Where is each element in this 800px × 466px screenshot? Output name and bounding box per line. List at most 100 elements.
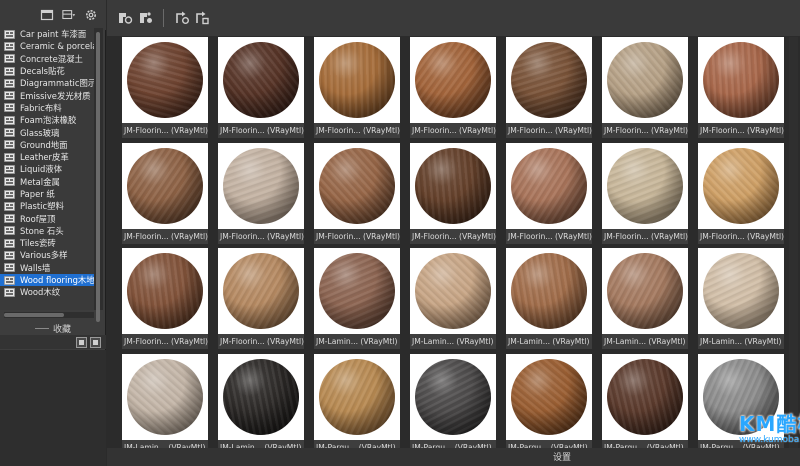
material-tile[interactable]: JM-Floorin... (VRayMtl) bbox=[506, 37, 592, 138]
category-item[interactable]: Metal金属 bbox=[0, 176, 94, 188]
category-item[interactable]: Decals贴花 bbox=[0, 65, 94, 77]
material-tile[interactable]: JM-Parqu... (VRayMtl) bbox=[410, 353, 496, 448]
material-preview-swatch[interactable] bbox=[218, 37, 304, 123]
material-preview-swatch[interactable] bbox=[314, 248, 400, 334]
category-item[interactable]: Concrete混凝土 bbox=[0, 53, 94, 65]
category-label: Roof屋顶 bbox=[20, 213, 56, 224]
material-preview-swatch[interactable] bbox=[122, 37, 208, 123]
material-preview-swatch[interactable] bbox=[218, 142, 304, 229]
material-folder-icon bbox=[4, 128, 15, 137]
material-preview-swatch[interactable] bbox=[314, 37, 400, 123]
material-preview-swatch[interactable] bbox=[698, 142, 784, 229]
material-tile[interactable]: JM-Floorin... (VRayMtl) bbox=[218, 37, 304, 138]
layout-icon[interactable] bbox=[62, 8, 76, 22]
category-item[interactable]: Ceramic & porcelai bbox=[0, 40, 94, 52]
add-material-icon[interactable] bbox=[137, 10, 153, 26]
material-preview-swatch[interactable] bbox=[602, 142, 688, 229]
category-item[interactable]: Paper 纸 bbox=[0, 188, 94, 200]
material-preview-panel: JM-Floorin... (VRayMtl) JM-Floorin... (VR… bbox=[107, 0, 800, 466]
material-preview-swatch[interactable] bbox=[602, 37, 688, 123]
material-tile[interactable]: JM-Floorin... (VRayMtl) bbox=[122, 248, 208, 349]
material-sphere bbox=[511, 42, 587, 118]
category-item[interactable]: Car paint 车漆面 bbox=[0, 28, 94, 40]
material-tile[interactable]: JM-Lamin... (VRayMtl) bbox=[506, 248, 592, 349]
material-tile[interactable]: JM-Floorin... (VRayMtl) bbox=[602, 37, 688, 138]
copy-icon[interactable] bbox=[76, 336, 87, 348]
material-tile[interactable]: JM-Lamin... (VRayMtl) bbox=[122, 353, 208, 448]
material-preview-swatch[interactable] bbox=[506, 353, 592, 440]
material-folder-icon bbox=[4, 91, 15, 101]
reload-icon[interactable] bbox=[194, 10, 210, 26]
category-horizontal-scrollbar[interactable] bbox=[4, 312, 94, 318]
material-tile[interactable]: JM-Parqu... (VRayMtl) bbox=[602, 353, 688, 448]
material-tile[interactable]: JM-Lamin... (VRayMtl) bbox=[218, 353, 304, 448]
material-preview-swatch[interactable] bbox=[314, 353, 400, 440]
category-item[interactable]: Wood木纹 bbox=[0, 286, 94, 298]
paste-icon[interactable] bbox=[90, 336, 101, 348]
material-sphere bbox=[607, 253, 683, 329]
category-item[interactable]: Liquid液体 bbox=[0, 163, 94, 175]
material-tile[interactable]: JM-Floorin... (VRayMtl) bbox=[410, 37, 496, 138]
material-preview-swatch[interactable] bbox=[314, 142, 400, 229]
category-item[interactable]: Glass玻璃 bbox=[0, 126, 94, 138]
material-preview-swatch[interactable] bbox=[698, 248, 784, 334]
material-tile[interactable]: JM-Floorin... (VRayMtl) bbox=[602, 142, 688, 244]
material-tile[interactable]: JM-Floorin... (VRayMtl) bbox=[410, 142, 496, 244]
material-tile[interactable]: JM-Floorin... (VRayMtl) bbox=[698, 37, 784, 138]
category-item[interactable]: Tiles瓷砖 bbox=[0, 237, 94, 249]
material-preview-swatch[interactable] bbox=[506, 248, 592, 334]
material-folder-icon bbox=[4, 66, 15, 76]
material-preview-swatch[interactable] bbox=[410, 142, 496, 229]
material-tile[interactable]: JM-Floorin... (VRayMtl) bbox=[218, 248, 304, 349]
category-item[interactable]: Ground地面 bbox=[0, 139, 94, 151]
category-item[interactable]: Diagrammatic图示 bbox=[0, 77, 94, 89]
category-item[interactable]: Various多样 bbox=[0, 249, 94, 261]
category-label: Wood flooring木地板 bbox=[20, 275, 94, 286]
category-item[interactable]: Wood flooring木地板 bbox=[0, 273, 94, 287]
material-name: JM-Lamin... (VRayMtl) bbox=[218, 439, 304, 448]
category-vertical-scrollbar[interactable] bbox=[94, 28, 103, 322]
material-preview-swatch[interactable] bbox=[698, 353, 784, 440]
material-tile[interactable]: JM-Floorin... (VRayMtl) bbox=[698, 142, 784, 244]
material-preview-swatch[interactable] bbox=[602, 248, 688, 334]
category-item[interactable]: Walls墙 bbox=[0, 262, 94, 274]
material-tile[interactable]: JM-Lamin... (VRayMtl) bbox=[602, 248, 688, 349]
material-tile[interactable]: JM-Lamin... (VRayMtl) bbox=[314, 248, 400, 349]
window-icon[interactable] bbox=[40, 8, 54, 22]
material-preview-swatch[interactable] bbox=[410, 248, 496, 334]
category-item[interactable]: Fabric布料 bbox=[0, 102, 94, 114]
category-item[interactable]: Emissive发光材质 bbox=[0, 89, 94, 101]
material-tile[interactable]: JM-Floorin... (VRayMtl) bbox=[122, 142, 208, 244]
refresh-icon[interactable] bbox=[174, 10, 190, 26]
settings-icon[interactable] bbox=[84, 8, 98, 22]
category-item[interactable]: Plastic塑料 bbox=[0, 200, 94, 212]
material-preview-swatch[interactable] bbox=[122, 142, 208, 229]
material-preview-swatch[interactable] bbox=[506, 142, 592, 229]
material-tile[interactable]: JM-Parqu... (VRayMtl) bbox=[314, 353, 400, 448]
material-preview-swatch[interactable] bbox=[410, 353, 496, 440]
material-tile[interactable]: JM-Floorin... (VRayMtl) bbox=[314, 37, 400, 138]
material-tile[interactable]: JM-Floorin... (VRayMtl) bbox=[314, 142, 400, 244]
material-preview-swatch[interactable] bbox=[218, 353, 304, 440]
material-tile[interactable]: JM-Floorin... (VRayMtl) bbox=[506, 142, 592, 244]
material-tile[interactable]: JM-Floorin... (VRayMtl) bbox=[122, 37, 208, 138]
category-item[interactable]: Roof屋顶 bbox=[0, 212, 94, 224]
category-item[interactable]: Foam泡沫橡胶 bbox=[0, 114, 94, 126]
render-material-icon[interactable] bbox=[117, 10, 133, 26]
category-item[interactable]: Leather皮革 bbox=[0, 151, 94, 163]
material-preview-swatch[interactable] bbox=[410, 37, 496, 123]
material-preview-swatch[interactable] bbox=[602, 353, 688, 440]
material-preview-swatch[interactable] bbox=[122, 248, 208, 334]
category-item[interactable]: Stone 石头 bbox=[0, 225, 94, 237]
material-tile[interactable]: JM-Parqu... (VRayMtl) bbox=[506, 353, 592, 448]
material-preview-swatch[interactable] bbox=[506, 37, 592, 123]
material-tile[interactable]: JM-Parqu... (VRayMtl) bbox=[698, 353, 784, 448]
grid-vertical-scrollbar[interactable] bbox=[789, 37, 798, 448]
material-preview-swatch[interactable] bbox=[218, 248, 304, 334]
material-preview-swatch[interactable] bbox=[122, 353, 208, 440]
material-tile[interactable]: JM-Lamin... (VRayMtl) bbox=[698, 248, 784, 349]
material-name: JM-Lamin... (VRayMtl) bbox=[314, 334, 400, 349]
material-tile[interactable]: JM-Floorin... (VRayMtl) bbox=[218, 142, 304, 244]
material-tile[interactable]: JM-Lamin... (VRayMtl) bbox=[410, 248, 496, 349]
material-preview-swatch[interactable] bbox=[698, 37, 784, 123]
